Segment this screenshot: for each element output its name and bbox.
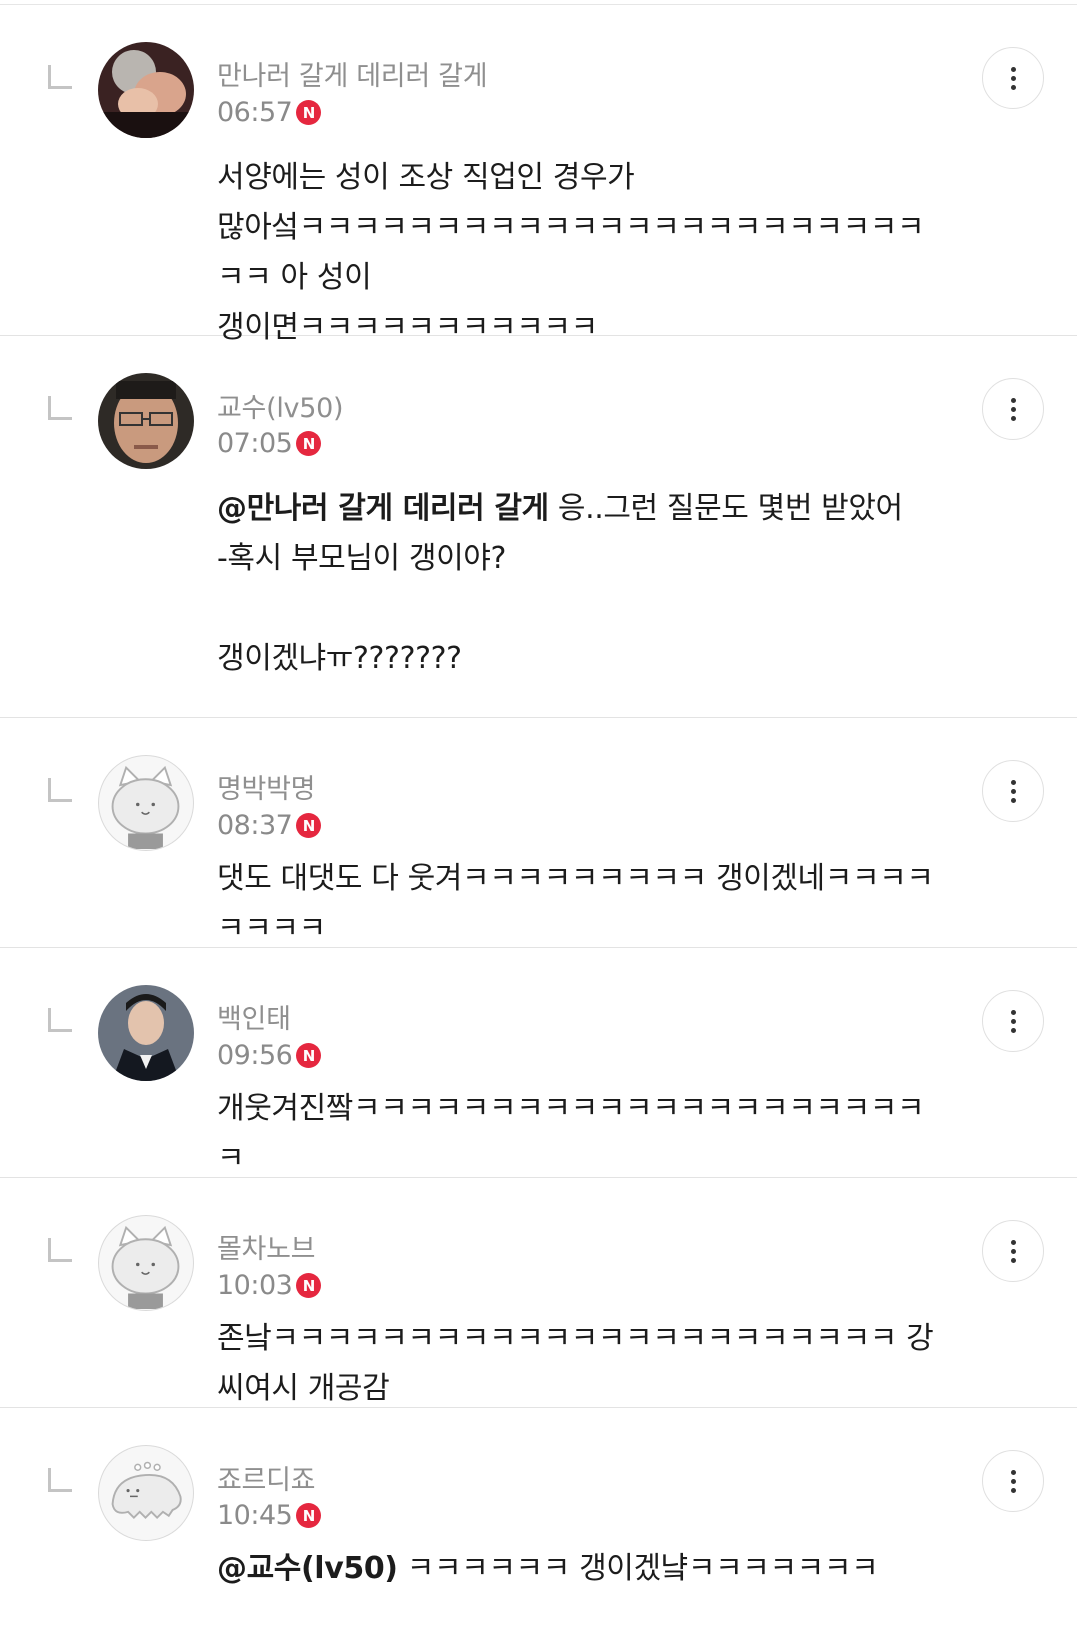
time-text: 10:03 — [217, 1270, 293, 1301]
comment-body: 댓도 대댓도 다 웃겨ㅋㅋㅋㅋㅋㅋㅋㅋㅋ 갱이겠네ㅋㅋㅋㅋㅋㅋㅋㅋ — [217, 854, 937, 954]
more-vertical-icon — [1010, 1469, 1016, 1475]
user-avatar[interactable] — [98, 373, 194, 469]
comment-nickname[interactable]: 교수(lv50) — [217, 386, 343, 425]
time-text: 07:05 — [217, 428, 293, 459]
comment-text: 댓도 대댓도 다 웃겨ㅋㅋㅋㅋㅋㅋㅋㅋㅋ 갱이겠네ㅋㅋㅋㅋㅋㅋㅋㅋ — [217, 861, 934, 946]
time-text: 10:45 — [217, 1500, 293, 1531]
more-options-button[interactable] — [982, 990, 1044, 1052]
comment-body: 서양에는 성이 조상 직업인 경우가 많아섴ㅋㅋㅋㅋㅋㅋㅋㅋㅋㅋㅋㅋㅋㅋㅋㅋㅋㅋ… — [217, 153, 937, 353]
user-avatar[interactable] — [98, 1215, 194, 1311]
more-options-button[interactable] — [982, 47, 1044, 109]
more-options-button[interactable] — [982, 1450, 1044, 1512]
more-vertical-icon — [1010, 1009, 1016, 1015]
new-badge-icon: N — [296, 1043, 322, 1068]
user-avatar[interactable] — [98, 1445, 194, 1541]
more-options-button[interactable] — [982, 1220, 1044, 1282]
more-vertical-icon — [1010, 779, 1016, 785]
comment-timestamp: 10:03 N — [217, 1270, 322, 1301]
more-options-button[interactable] — [982, 760, 1044, 822]
default-cat-avatar-icon — [111, 1225, 180, 1309]
comment-body: 개웃겨진짴ㅋㅋㅋㅋㅋㅋㅋㅋㅋㅋㅋㅋㅋㅋㅋㅋㅋㅋㅋㅋㅋㅋ — [217, 1084, 937, 1184]
comment-text: 서양에는 성이 조상 직업인 경우가 많아섴ㅋㅋㅋㅋㅋㅋㅋㅋㅋㅋㅋㅋㅋㅋㅋㅋㅋㅋ… — [217, 160, 925, 345]
more-vertical-icon — [1010, 66, 1016, 72]
time-text: 09:56 — [217, 1040, 293, 1071]
mention[interactable]: @만나러 갈게 데리러 갈게 — [217, 491, 549, 526]
comment-nickname[interactable]: 몰차노브 — [217, 1227, 315, 1266]
more-vertical-icon — [1010, 397, 1016, 403]
comment-item: 명박박명 08:37 N 댓도 대댓도 다 웃겨ㅋㅋㅋㅋㅋㅋㅋㅋㅋ 갱이겠네ㅋㅋ… — [0, 718, 1077, 948]
comment-nickname[interactable]: 죠르디죠 — [217, 1458, 315, 1497]
comment-nickname[interactable]: 만나러 갈게 데리러 갈게 — [217, 54, 488, 93]
comment-timestamp: 07:05 N — [217, 428, 322, 459]
comment-body: @만나러 갈게 데리러 갈게 응..그런 질문도 몇번 받았어 -혹시 부모님이… — [217, 484, 937, 684]
user-avatar[interactable] — [98, 42, 194, 138]
mention[interactable]: @교수(lv50) — [217, 1551, 398, 1586]
reply-arrow-icon — [48, 65, 72, 89]
comment-body: 존낰ㅋㅋㅋㅋㅋㅋㅋㅋㅋㅋㅋㅋㅋㅋㅋㅋㅋㅋㅋㅋㅋㅋㅋ 강씨여시 개공감 — [217, 1314, 937, 1414]
comment-timestamp: 06:57 N — [217, 97, 322, 128]
reply-arrow-icon — [48, 1238, 72, 1262]
new-badge-icon: N — [296, 431, 322, 456]
comment-text: 개웃겨진짴ㅋㅋㅋㅋㅋㅋㅋㅋㅋㅋㅋㅋㅋㅋㅋㅋㅋㅋㅋㅋㅋㅋ — [217, 1091, 925, 1176]
user-avatar[interactable] — [98, 755, 194, 851]
comment-text: ㅋㅋㅋㅋㅋㅋ 갱이겠냨ㅋㅋㅋㅋㅋㅋㅋ — [397, 1551, 879, 1586]
user-avatar[interactable] — [98, 985, 194, 1081]
reply-arrow-icon — [48, 1008, 72, 1032]
time-text: 08:37 — [217, 810, 293, 841]
comment-timestamp: 09:56 N — [217, 1040, 322, 1071]
default-dino-avatar-icon — [111, 1461, 182, 1520]
comment-item: 몰차노브 10:03 N 존낰ㅋㅋㅋㅋㅋㅋㅋㅋㅋㅋㅋㅋㅋㅋㅋㅋㅋㅋㅋㅋㅋㅋㅋ 강… — [0, 1178, 1077, 1408]
comment-nickname[interactable]: 명박박명 — [217, 767, 315, 806]
comment-item: 죠르디죠 10:45 N @교수(lv50) ㅋㅋㅋㅋㅋㅋ 갱이겠냨ㅋㅋㅋㅋㅋㅋ… — [0, 1408, 1077, 1628]
comment-nickname[interactable]: 백인태 — [217, 997, 291, 1036]
comment-item: 교수(lv50) 07:05 N @만나러 갈게 데리러 갈게 응..그런 질문… — [0, 336, 1077, 718]
new-badge-icon: N — [296, 100, 322, 125]
new-badge-icon: N — [296, 1503, 322, 1528]
reply-arrow-icon — [48, 396, 72, 420]
comment-timestamp: 08:37 N — [217, 810, 322, 841]
time-text: 06:57 — [217, 97, 293, 128]
comment-item: 만나러 갈게 데리러 갈게 06:57 N 서양에는 성이 조상 직업인 경우가… — [0, 5, 1077, 345]
new-badge-icon: N — [296, 813, 322, 838]
default-cat-avatar-icon — [111, 765, 180, 849]
more-vertical-icon — [1010, 1239, 1016, 1245]
new-badge-icon: N — [296, 1273, 322, 1298]
more-options-button[interactable] — [982, 378, 1044, 440]
reply-arrow-icon — [48, 778, 72, 802]
comment-body: @교수(lv50) ㅋㅋㅋㅋㅋㅋ 갱이겠냨ㅋㅋㅋㅋㅋㅋㅋ — [217, 1544, 937, 1594]
comment-timestamp: 10:45 N — [217, 1500, 322, 1531]
reply-arrow-icon — [48, 1468, 72, 1492]
comment-text: 존낰ㅋㅋㅋㅋㅋㅋㅋㅋㅋㅋㅋㅋㅋㅋㅋㅋㅋㅋㅋㅋㅋㅋㅋ 강씨여시 개공감 — [217, 1321, 934, 1406]
comment-item: 백인태 09:56 N 개웃겨진짴ㅋㅋㅋㅋㅋㅋㅋㅋㅋㅋㅋㅋㅋㅋㅋㅋㅋㅋㅋㅋㅋㅋ — [0, 948, 1077, 1178]
